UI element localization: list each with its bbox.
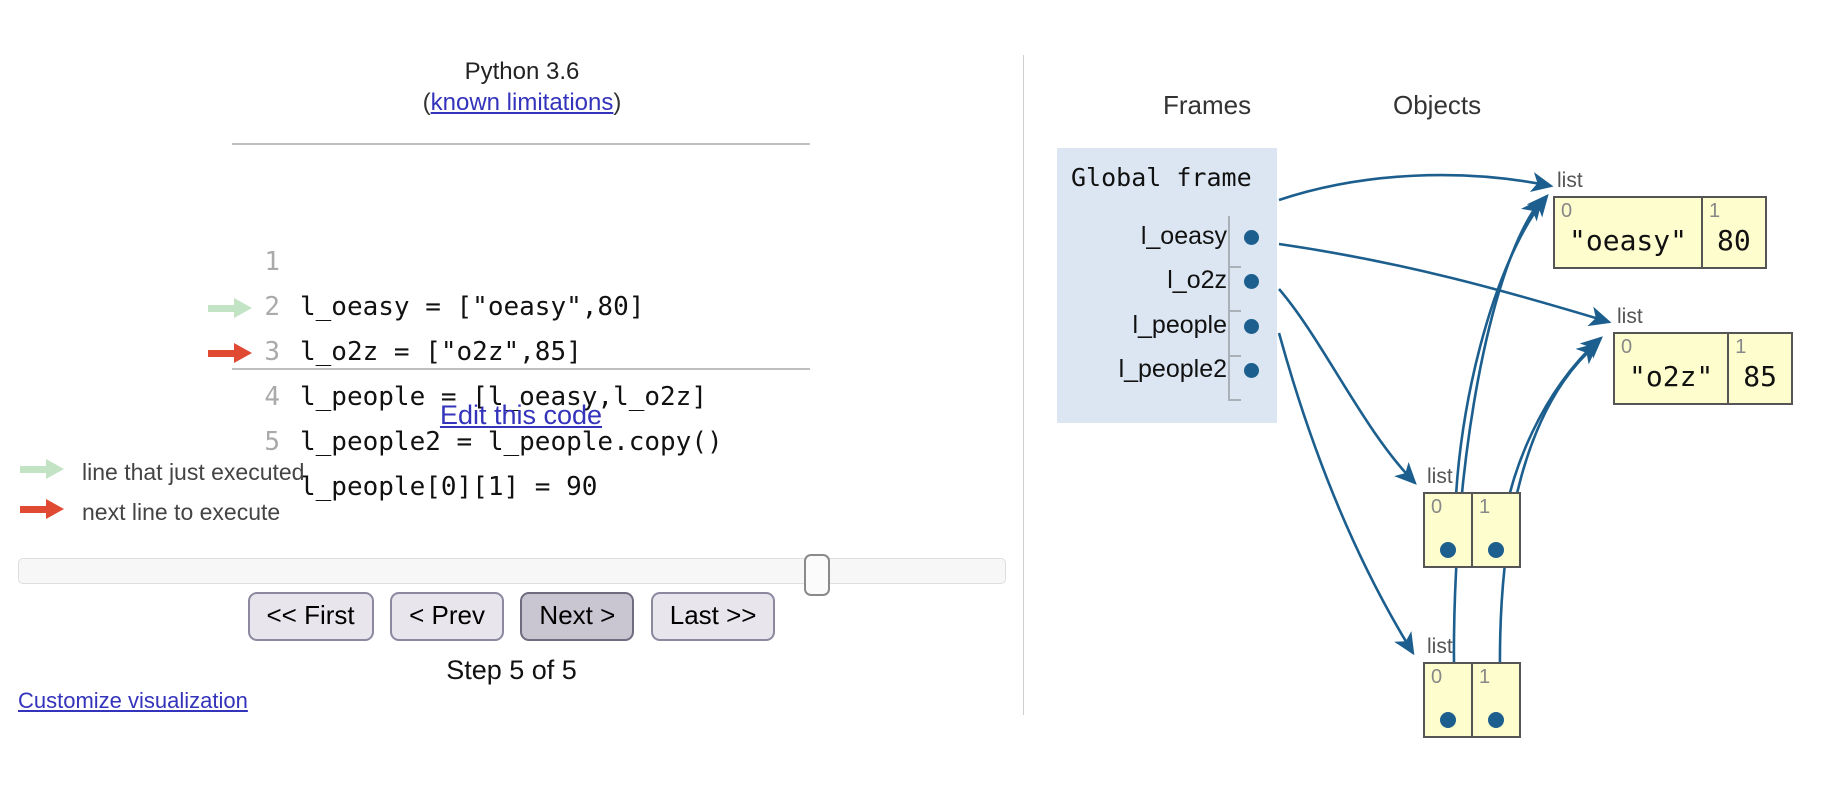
marker-slot: [202, 285, 260, 330]
customize-visualization-link[interactable]: Customize visualization: [18, 688, 248, 713]
cell-pointer-dot: [1488, 712, 1504, 728]
last-button[interactable]: Last >>: [650, 592, 776, 641]
legend-label: line that just executed: [82, 459, 305, 485]
var-pointer-dot: [1244, 363, 1259, 378]
cell-pointer-dot: [1488, 542, 1504, 558]
global-frame: Global frame l_oeasy l_o2z l_people l_pe…: [1057, 148, 1277, 423]
list-cell: 0: [1425, 664, 1471, 736]
list-cell: 0 "oeasy": [1555, 198, 1701, 267]
edit-this-code: Edit this code: [232, 400, 810, 431]
object-type-label: list: [1427, 465, 1453, 488]
list-cell: 1 85: [1729, 334, 1791, 403]
cell-pointer-dot: [1440, 712, 1456, 728]
list-cell: 1: [1473, 494, 1519, 566]
code-line: 4 l_people2 = l_people.copy(): [208, 285, 810, 457]
list-cell: 0 "o2z": [1615, 334, 1727, 403]
customize-visualization: Customize visualization: [18, 688, 248, 714]
object-type-label: list: [1617, 305, 1643, 328]
var-label: l_o2z: [1167, 266, 1227, 294]
marker-slot: [202, 195, 260, 240]
step-slider[interactable]: [18, 554, 1006, 596]
object-table: 0 1: [1423, 662, 1521, 738]
cell-value: "oeasy": [1569, 224, 1688, 257]
object-list-o2z: list 0 "o2z" 1 85: [1613, 305, 1794, 405]
next-line-arrow-icon: [208, 343, 252, 363]
global-frame-title: Global frame: [1071, 163, 1252, 192]
paren-open: (: [422, 89, 431, 116]
cell-index: 1: [1735, 336, 1747, 358]
var-label: l_people2: [1118, 355, 1227, 383]
var-pointer-dot: [1244, 230, 1259, 245]
legend-row-next: next line to execute: [20, 492, 520, 532]
code-top-rule: [232, 143, 810, 145]
frame-var-l_people2: l_people2: [1059, 347, 1259, 401]
legend-label: next line to execute: [82, 499, 281, 525]
edit-this-code-link[interactable]: Edit this code: [440, 400, 602, 430]
just-executed-arrow-icon: [208, 298, 252, 318]
object-list-people2: list 0 1: [1423, 635, 1521, 738]
navigation-buttons: << First < Prev Next > Last >>: [0, 592, 1023, 641]
object-list-oeasy: list 0 "oeasy" 1 80: [1553, 169, 1767, 269]
cell-index: 0: [1431, 496, 1443, 518]
green-arrow-icon: [20, 459, 66, 479]
legend-row-executed: line that just executed: [20, 452, 520, 492]
object-table: 0 1: [1423, 492, 1521, 568]
list-cell: 1 80: [1703, 198, 1765, 267]
slider-thumb[interactable]: [804, 554, 830, 596]
frames-header: Frames: [1163, 90, 1252, 120]
var-pointer-dot: [1244, 319, 1259, 334]
cell-index: 1: [1709, 200, 1721, 222]
var-label: l_oeasy: [1140, 222, 1227, 250]
known-limitations-line: (known limitations): [232, 88, 812, 118]
code-bottom-rule: [232, 368, 810, 370]
cell-pointer-dot: [1440, 542, 1456, 558]
var-bracket: [1228, 349, 1241, 401]
var-label: l_people: [1132, 311, 1227, 339]
cell-index: 0: [1621, 336, 1633, 358]
paren-close: ): [613, 89, 622, 116]
marker-slot: [202, 240, 260, 285]
objects-header: Objects: [1393, 90, 1482, 120]
cell-index: 1: [1479, 496, 1491, 518]
code-line: 3 l_people = [l_oeasy,l_o2z]: [232, 240, 810, 412]
marker-slot: [202, 150, 260, 195]
visualizer-root: Python 3.6 (known limitations) 1 l_oeasy…: [0, 0, 1828, 790]
list-cell: 1: [1473, 664, 1519, 736]
object-table: 0 "o2z" 1 85: [1613, 332, 1794, 405]
code-listing: 1 l_oeasy = ["oeasy",80] 2 l_o2z = ["o2z…: [208, 150, 810, 502]
object-table: 0 "oeasy" 1 80: [1553, 196, 1767, 269]
object-list-people: list 0 1: [1423, 465, 1521, 568]
object-type-label: list: [1557, 169, 1583, 192]
object-type-label: list: [1427, 635, 1453, 658]
slider-track[interactable]: [18, 558, 1006, 584]
legend: line that just executed next line to exe…: [20, 452, 520, 532]
step-counter: Step 5 of 5: [446, 655, 577, 685]
red-arrow-icon: [20, 499, 66, 519]
memory-panel: Frames Objects Global frame l_oeasy l_o2…: [1023, 0, 1828, 790]
code-line: 1 l_oeasy = ["oeasy",80]: [232, 150, 810, 322]
cell-index: 0: [1561, 200, 1573, 222]
code-line: 2 l_o2z = ["o2z",85]: [232, 195, 810, 367]
known-limitations-link[interactable]: known limitations: [431, 89, 614, 116]
list-cell: 0: [1425, 494, 1471, 566]
next-button[interactable]: Next >: [520, 592, 635, 641]
var-pointer-dot: [1244, 274, 1259, 289]
code-panel: Python 3.6 (known limitations) 1 l_oeasy…: [0, 0, 1023, 790]
python-version-label: Python 3.6: [464, 58, 580, 85]
first-button[interactable]: << First: [247, 592, 374, 641]
prev-button[interactable]: < Prev: [390, 592, 504, 641]
cell-index: 1: [1479, 666, 1491, 688]
cell-index: 0: [1431, 666, 1443, 688]
